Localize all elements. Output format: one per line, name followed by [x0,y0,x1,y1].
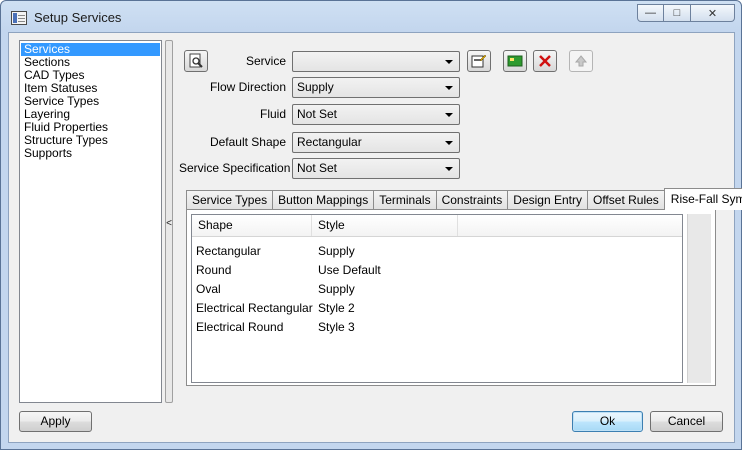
chevron-down-icon [445,60,453,64]
edit-service-icon [471,54,487,68]
grid-header: Shape Style [192,215,682,237]
rise-fall-symbols-panel: Shape Style Rectangular Supply Round Use… [186,209,716,386]
rise-fall-grid[interactable]: Shape Style Rectangular Supply Round Use… [191,214,683,383]
service-specification-value: Not Set [297,161,338,175]
default-shape-value: Rectangular [297,135,362,149]
column-header-shape[interactable]: Shape [192,215,312,236]
cell-shape: Rectangular [196,244,261,258]
chevron-down-icon [445,167,453,171]
window-title: Setup Services [34,10,122,25]
column-header-style[interactable]: Style [312,215,458,236]
minimize-icon: — [645,7,656,19]
tab-offset-rules[interactable]: Offset Rules [586,190,665,210]
cell-style[interactable]: Supply [314,242,355,261]
add-service-icon [507,55,523,67]
ok-button[interactable]: Ok [572,411,643,432]
cell-style[interactable]: Style 2 [314,299,355,318]
cell-shape: Electrical Rectangular [196,301,313,315]
tab-rise-fall-symbols[interactable]: Rise-Fall Symbols [663,188,742,210]
flow-direction-value: Supply [297,80,334,94]
service-specification-label: Service Specification [179,161,291,175]
move-up-button[interactable] [569,50,593,72]
table-row[interactable]: Oval Supply [192,280,682,299]
fluid-label: Fluid [259,107,286,121]
cell-shape: Electrical Round [196,320,284,334]
tab-design-entry[interactable]: Design Entry [507,190,588,210]
move-up-icon [574,55,588,67]
chevron-down-icon [445,113,453,117]
cell-style[interactable]: Use Default [314,261,381,280]
flow-direction-label: Flow Direction [209,80,286,94]
default-shape-dropdown[interactable]: Rectangular [292,132,460,153]
tab-service-types[interactable]: Service Types [186,190,274,210]
fluid-dropdown[interactable]: Not Set [292,104,460,125]
collapse-icon[interactable]: < [166,218,172,229]
close-icon: ✕ [707,7,718,20]
title-bar[interactable]: Setup Services — □ ✕ [1,1,741,33]
table-row[interactable]: Electrical Rectangular Style 2 [192,299,682,318]
chevron-down-icon [445,141,453,145]
flow-direction-dropdown[interactable]: Supply [292,77,460,98]
tab-button-mappings[interactable]: Button Mappings [272,190,375,210]
vertical-scrollbar[interactable] [687,214,711,383]
tab-strip: Service Types Button Mappings Terminals … [186,188,742,210]
cell-shape: Oval [196,282,221,296]
fluid-value: Not Set [297,107,338,121]
service-label: Service [245,54,286,68]
default-shape-label: Default Shape [209,135,286,149]
tab-constraints[interactable]: Constraints [435,190,509,210]
app-icon [11,11,27,25]
table-row[interactable]: Electrical Round Style 3 [192,318,682,337]
cell-style[interactable]: Supply [314,280,355,299]
delete-icon [539,55,551,67]
add-service-button[interactable] [503,50,527,72]
service-dropdown[interactable] [292,51,460,72]
maximize-button[interactable]: □ [664,4,691,22]
service-specification-dropdown[interactable]: Not Set [292,158,460,179]
caption-buttons: — □ ✕ [637,4,735,24]
apply-button[interactable]: Apply [19,411,92,432]
dialog-client: Services Sections CAD Types Item Statuse… [8,32,742,443]
cell-style[interactable]: Style 3 [314,318,355,337]
delete-service-button[interactable] [533,50,557,72]
table-row[interactable]: Round Use Default [192,261,682,280]
category-list[interactable]: Services Sections CAD Types Item Statuse… [19,40,162,403]
close-button[interactable]: ✕ [691,4,735,22]
setup-services-window: Setup Services — □ ✕ Services Sections C… [0,0,742,450]
cancel-button[interactable]: Cancel [650,411,723,432]
minimize-button[interactable]: — [637,4,664,22]
nav-item-supports[interactable]: Supports [21,147,160,160]
chevron-down-icon [445,86,453,90]
edit-service-button[interactable] [467,50,491,72]
table-row[interactable]: Rectangular Supply [192,242,682,261]
preview-button[interactable] [184,50,208,72]
tab-terminals[interactable]: Terminals [373,190,437,210]
magnify-page-icon [189,53,203,68]
maximize-icon: □ [673,7,681,19]
panel-splitter[interactable]: < [165,40,173,403]
cell-shape: Round [196,263,232,277]
